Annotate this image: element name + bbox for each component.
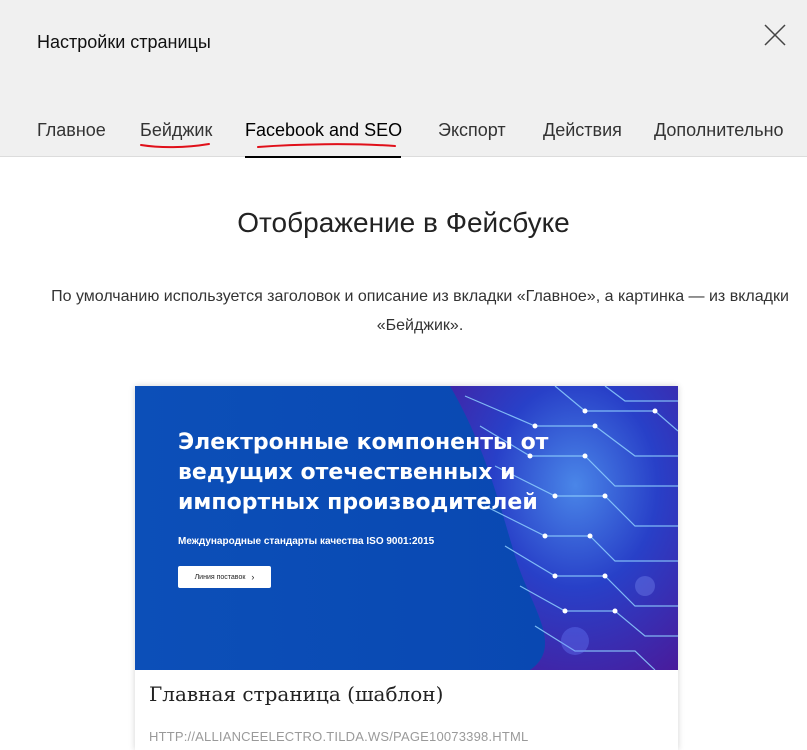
tab-label: Действия (543, 120, 622, 140)
tab-label: Главное (37, 120, 106, 140)
tab-label: Facebook and SEO (245, 120, 403, 140)
section-description: По умолчанию используется заголовок и оп… (51, 288, 789, 334)
tab-badge[interactable]: Бейджик (140, 118, 212, 156)
preview-title: Главная страница (шаблон) (149, 682, 444, 706)
settings-tabs: Главное Бейджик Facebook and SEO Экспорт… (0, 118, 807, 158)
section-heading: Отображение в Фейсбуке (237, 207, 570, 238)
red-underline-annotation (257, 143, 396, 148)
banner-button-label: Линия поставок (194, 573, 246, 581)
tab-export[interactable]: Экспорт (438, 118, 506, 156)
close-button[interactable] (760, 20, 790, 50)
page-settings-title: Настройки страницы (37, 32, 211, 52)
tab-label: Бейджик (140, 120, 213, 140)
tab-actions[interactable]: Действия (543, 118, 622, 156)
tab-label: Дополнительно (654, 120, 784, 140)
tab-facebook-seo[interactable]: Facebook and SEO (245, 118, 403, 158)
facebook-preview-card: Электронные компоненты от ведущих отечес… (135, 386, 678, 750)
red-underline-annotation (140, 143, 210, 149)
tab-label: Экспорт (438, 120, 506, 140)
close-icon (764, 24, 786, 46)
preview-image: Электронные компоненты от ведущих отечес… (135, 386, 678, 670)
preview-url: HTTP://ALLIANCEELECTRO.TILDA.WS/PAGE1007… (149, 729, 529, 744)
supply-line-button: Линия поставок › (178, 566, 271, 588)
tab-main[interactable]: Главное (37, 118, 106, 156)
banner-title: Электронные компоненты от ведущих отечес… (178, 430, 549, 515)
banner-subtitle: Международные стандарты качества ISO 900… (178, 536, 435, 547)
settings-header: Настройки страницы Главное Бейджик Faceb… (0, 0, 807, 158)
tab-advanced[interactable]: Дополнительно (654, 118, 784, 156)
chevron-right-icon: › (251, 572, 255, 582)
